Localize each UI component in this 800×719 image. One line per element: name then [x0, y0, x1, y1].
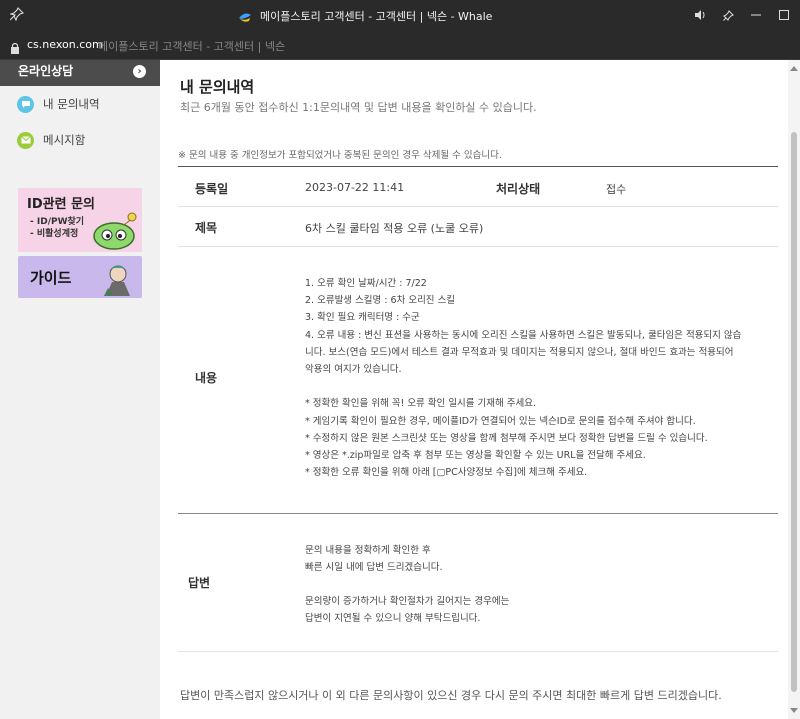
inquiry-content: 1. 오류 확인 날짜/시간 : 7/22 2. 오류발생 스킬명 : 6차 오… [305, 275, 775, 481]
answer-line: 문의 내용을 정확하게 확인한 후 [305, 545, 431, 556]
window-title: 메이플스토리 고객센터 - 고객센터 | 넥슨 - Whale [260, 10, 493, 23]
whale-logo-icon [238, 9, 252, 23]
banner-title: 가이드 [30, 269, 72, 287]
url-page-title: 메이플스토리 고객센터 - 고객센터 | 넥슨 [98, 40, 286, 53]
notice-text: ※ 문의 내용 중 개인정보가 포함되었거나 중복된 문의인 경우 삭제될 수 … [178, 150, 502, 161]
id-inquiry-banner[interactable]: ID관련 문의 - ID/PW찾기 - 비활성계정 [18, 188, 142, 252]
subject-label: 제목 [195, 221, 218, 235]
content-line: * 정확한 확인을 위해 꼭! 오류 확인 일시를 기재해 주세요. [305, 398, 537, 410]
content-bottom-border [178, 513, 778, 514]
answer-label: 답변 [188, 576, 211, 590]
minimize-icon[interactable] [742, 4, 770, 26]
row-divider [178, 206, 778, 207]
content-label: 내용 [195, 371, 218, 385]
main-content: 내 문의내역 최근 6개월 동안 접수하신 1:1문의내역 및 답변 내용을 확… [160, 60, 788, 719]
content-line: 니다. 보스(연습 모드)에서 테스트 결과 무적효과 및 데미지는 적용되지 … [305, 346, 734, 358]
status-value: 접수 [606, 183, 627, 196]
sidebar: 온라인상담 › 내 문의내역 메시지함 ID관련 문의 - ID/PW찾기 - … [0, 60, 160, 719]
content-line: 1. 오류 확인 날짜/시간 : 7/22 [305, 278, 427, 289]
url-domain[interactable]: cs.nexon.com [27, 38, 103, 51]
content-line: 악용의 여지가 있습니다. [305, 364, 402, 376]
scrollbar-thumb[interactable] [791, 132, 797, 692]
answer-bottom-border [178, 651, 778, 652]
scroll-down-icon[interactable] [790, 708, 798, 713]
subject-value: 6차 스킬 쿨타임 적용 오류 (노쿨 오류) [305, 222, 484, 235]
content-line: * 수정하지 않은 원본 스크린샷 또는 영상을 함께 첨부해 주시면 보다 정… [305, 432, 708, 444]
character-illustration-icon [104, 265, 130, 296]
table-top-border [178, 166, 778, 167]
scroll-up-icon[interactable] [790, 66, 798, 71]
content-line: 2. 오류발생 스킬명 : 6차 오리진 스킬 [305, 295, 456, 307]
pin-window-icon[interactable] [714, 4, 742, 26]
guide-banner[interactable]: 가이드 [18, 256, 142, 298]
answer-line: 문의량이 증가하거나 확인절차가 길어지는 경우에는 [305, 596, 510, 607]
sidebar-item-messages[interactable]: 메시지함 [0, 122, 160, 158]
content-line: 4. 오류 내용 : 변신 표션을 사용하는 동시에 오리진 스킬을 사용하면 … [305, 329, 742, 341]
content-line: * 정확한 오류 확인을 위해 아래 [▢PC사양정보 수집]에 체크해 주세요… [305, 467, 588, 479]
banner-line: - 비활성계정 [30, 229, 79, 239]
slime-mascot-icon [93, 212, 137, 250]
speaker-icon[interactable] [686, 4, 714, 26]
answer-line: 빠른 시일 내에 답변 드리겠습니다. [305, 562, 443, 573]
page-subtitle: 최근 6개월 동안 접수하신 1:1문의내역 및 답변 내용을 확인하실 수 있… [180, 101, 537, 114]
date-label: 등록일 [195, 182, 229, 196]
status-label: 처리상태 [496, 182, 541, 196]
date-value: 2023-07-22 11:41 [305, 181, 405, 194]
page-title: 내 문의내역 [180, 78, 255, 96]
answer-line [305, 576, 775, 593]
vertical-scrollbar[interactable] [788, 60, 800, 719]
content-line: 3. 확인 필요 캐릭터명 : 수군 [305, 312, 420, 324]
address-bar[interactable]: cs.nexon.com 메이플스토리 고객센터 - 고객센터 | 넥슨 [0, 30, 800, 60]
answer-content: 문의 내용을 정확하게 확인한 후 빠른 시일 내에 답변 드리겠습니다. 문의… [305, 542, 775, 627]
maximize-icon[interactable] [770, 4, 798, 26]
content-line: * 영상은 *.zip파일로 압축 후 첨부 또는 영상을 확인할 수 있는 U… [305, 450, 646, 462]
row-divider [178, 246, 778, 247]
banner-title: ID관련 문의 [27, 197, 95, 212]
chat-bubble-icon [17, 95, 34, 113]
content-line: * 게임기록 확인이 필요한 경우, 메이플ID가 연결되어 있는 넥슨ID로 … [305, 415, 696, 427]
footer-message: 답변이 만족스럽지 않으시거나 이 외 다른 문의사항이 있으신 경우 다시 문… [180, 689, 722, 702]
content-line [305, 378, 775, 395]
title-bar: 메이플스토리 고객센터 - 고객센터 | 넥슨 - Whale [0, 0, 800, 30]
sidebar-header[interactable]: 온라인상담 › [0, 60, 160, 86]
pin-icon[interactable] [9, 7, 26, 23]
mail-icon [17, 131, 34, 149]
chevron-right-icon[interactable]: › [133, 65, 146, 78]
lock-icon [10, 39, 20, 54]
sidebar-item-my-inquiries[interactable]: 내 문의내역 [0, 86, 160, 122]
answer-line: 답변이 지연될 수 있으니 양해 부탁드립니다. [305, 613, 481, 624]
